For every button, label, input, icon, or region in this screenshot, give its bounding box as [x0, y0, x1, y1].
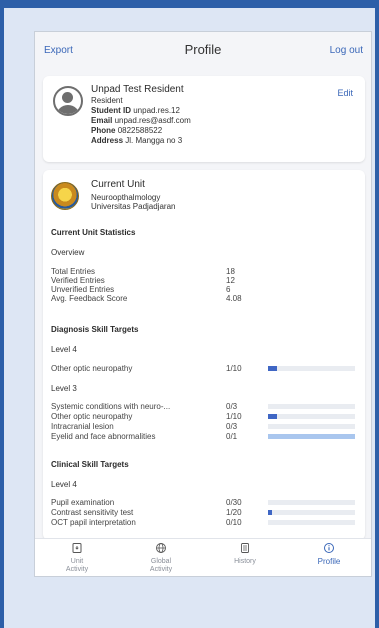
row-value: 0/1 — [226, 432, 238, 441]
row-value: 12 — [226, 276, 235, 285]
row-label: Systemic conditions with neuro-... — [51, 402, 171, 411]
progress-bar — [268, 424, 355, 429]
row-label: Eyelid and face abnormalities — [51, 432, 156, 441]
current-unit-name: Neuroopthalmology — [91, 193, 161, 202]
row-label: OCT papil interpretation — [51, 518, 136, 527]
address-row: Address Jl. Mangga no 3 — [91, 136, 183, 145]
row-value: 18 — [226, 267, 235, 276]
profile-name: Unpad Test Resident — [91, 84, 184, 95]
progress-bar — [268, 434, 355, 439]
tab-profile[interactable]: Profile — [287, 542, 371, 567]
row-label: Avg. Feedback Score — [51, 294, 128, 303]
profile-card: Unpad Test Resident Resident Student ID … — [43, 76, 365, 162]
clinical-heading: Clinical Skill Targets — [51, 460, 129, 469]
progress-bar — [268, 500, 355, 505]
skill-target-row: Pupil examination 0/30 — [51, 498, 357, 508]
tab-history[interactable]: History — [203, 542, 287, 566]
progress-bar — [268, 520, 355, 525]
current-unit-heading: Current Unit — [91, 179, 145, 190]
row-value: 0/3 — [226, 422, 238, 431]
header: Export Profile Log out — [35, 32, 371, 72]
skill-target-row: Intracranial lesion 0/3 — [51, 422, 357, 432]
progress-bar — [268, 414, 355, 419]
skill-target-row: Contrast sensitivity test 1/20 — [51, 508, 357, 518]
tab-global-activity[interactable]: Global Activity — [119, 542, 203, 574]
tab-label: History — [234, 558, 256, 565]
progress-bar — [268, 404, 355, 409]
window-top-border — [0, 0, 379, 8]
diagnosis-level3-label: Level 3 — [51, 384, 77, 393]
stats-heading: Current Unit Statistics — [51, 228, 136, 237]
tab-label: Global Activity — [149, 558, 173, 573]
diagnosis-heading: Diagnosis Skill Targets — [51, 325, 139, 334]
tab-label: Unit Activity — [65, 558, 89, 573]
current-unit-info: Current Unit Neuroopthalmology Universit… — [91, 179, 176, 211]
progress-fill — [268, 414, 277, 419]
skill-target-row: OCT papil interpretation 0/10 — [51, 518, 357, 528]
row-value: 0/3 — [226, 402, 238, 411]
row-value: 4.08 — [226, 294, 242, 303]
window-right-border — [375, 0, 379, 628]
profile-role: Resident — [91, 96, 123, 105]
email-row: Email unpad.res@asdf.com — [91, 116, 191, 125]
skill-target-row: Systemic conditions with neuro-... 0/3 — [51, 402, 357, 412]
skill-target-row: Other optic neuropathy 1/10 — [51, 412, 357, 422]
tab-unit-activity[interactable]: Unit Activity — [35, 542, 119, 574]
row-value: 6 — [226, 285, 231, 294]
overview-row: Avg. Feedback Score 4.08 — [51, 294, 357, 304]
window-left-border — [0, 0, 4, 628]
avatar-icon — [53, 86, 83, 116]
row-value: 1/10 — [226, 364, 242, 373]
profile-info: Unpad Test Resident Resident Student ID … — [91, 84, 191, 146]
row-label: Other optic neuropathy — [51, 412, 133, 421]
progress-fill — [268, 434, 355, 439]
page-title: Profile — [184, 42, 222, 57]
progress-bar — [268, 366, 355, 371]
row-value: 0/30 — [226, 498, 242, 507]
edit-button[interactable]: Edit — [337, 88, 353, 98]
tab-label: Profile — [317, 557, 341, 566]
history-icon — [203, 542, 287, 556]
clinical-level4-label: Level 4 — [51, 480, 77, 489]
row-value: 1/20 — [226, 508, 242, 517]
overview-label: Overview — [51, 248, 85, 257]
bottom-tab-bar: Unit Activity Global Activity History Pr… — [35, 538, 371, 576]
row-label: Other optic neuropathy — [51, 364, 133, 373]
unit-activity-icon — [35, 542, 119, 556]
row-label: Total Entries — [51, 267, 96, 276]
row-label: Intracranial lesion — [51, 422, 114, 431]
info-icon — [287, 542, 371, 556]
unit-stats-card: Current Unit Neuroopthalmology Universit… — [43, 170, 365, 540]
student-id-row: Student ID unpad.res.12 — [91, 106, 180, 115]
row-label: Unverified Entries — [51, 285, 115, 294]
row-label: Verified Entries — [51, 276, 105, 285]
globe-icon — [119, 542, 203, 556]
skill-target-row: Eyelid and face abnormalities 0/1 — [51, 432, 357, 442]
university-seal-icon — [51, 182, 79, 210]
diagnosis-level4-label: Level 4 — [51, 345, 77, 354]
row-value: 0/10 — [226, 518, 242, 527]
row-label: Contrast sensitivity test — [51, 508, 134, 517]
progress-fill — [268, 510, 273, 515]
current-unit-university: Universitas Padjadjaran — [91, 202, 176, 211]
progress-fill — [268, 366, 277, 371]
row-value: 1/10 — [226, 412, 242, 421]
skill-target-row: Other optic neuropathy 1/10 — [51, 364, 357, 374]
logout-button[interactable]: Log out — [330, 45, 363, 56]
phone-row: Phone 0822588522 — [91, 126, 163, 135]
row-label: Pupil examination — [51, 498, 115, 507]
app-screen: Export Profile Log out Unpad Test Reside… — [34, 31, 372, 577]
progress-bar — [268, 510, 355, 515]
